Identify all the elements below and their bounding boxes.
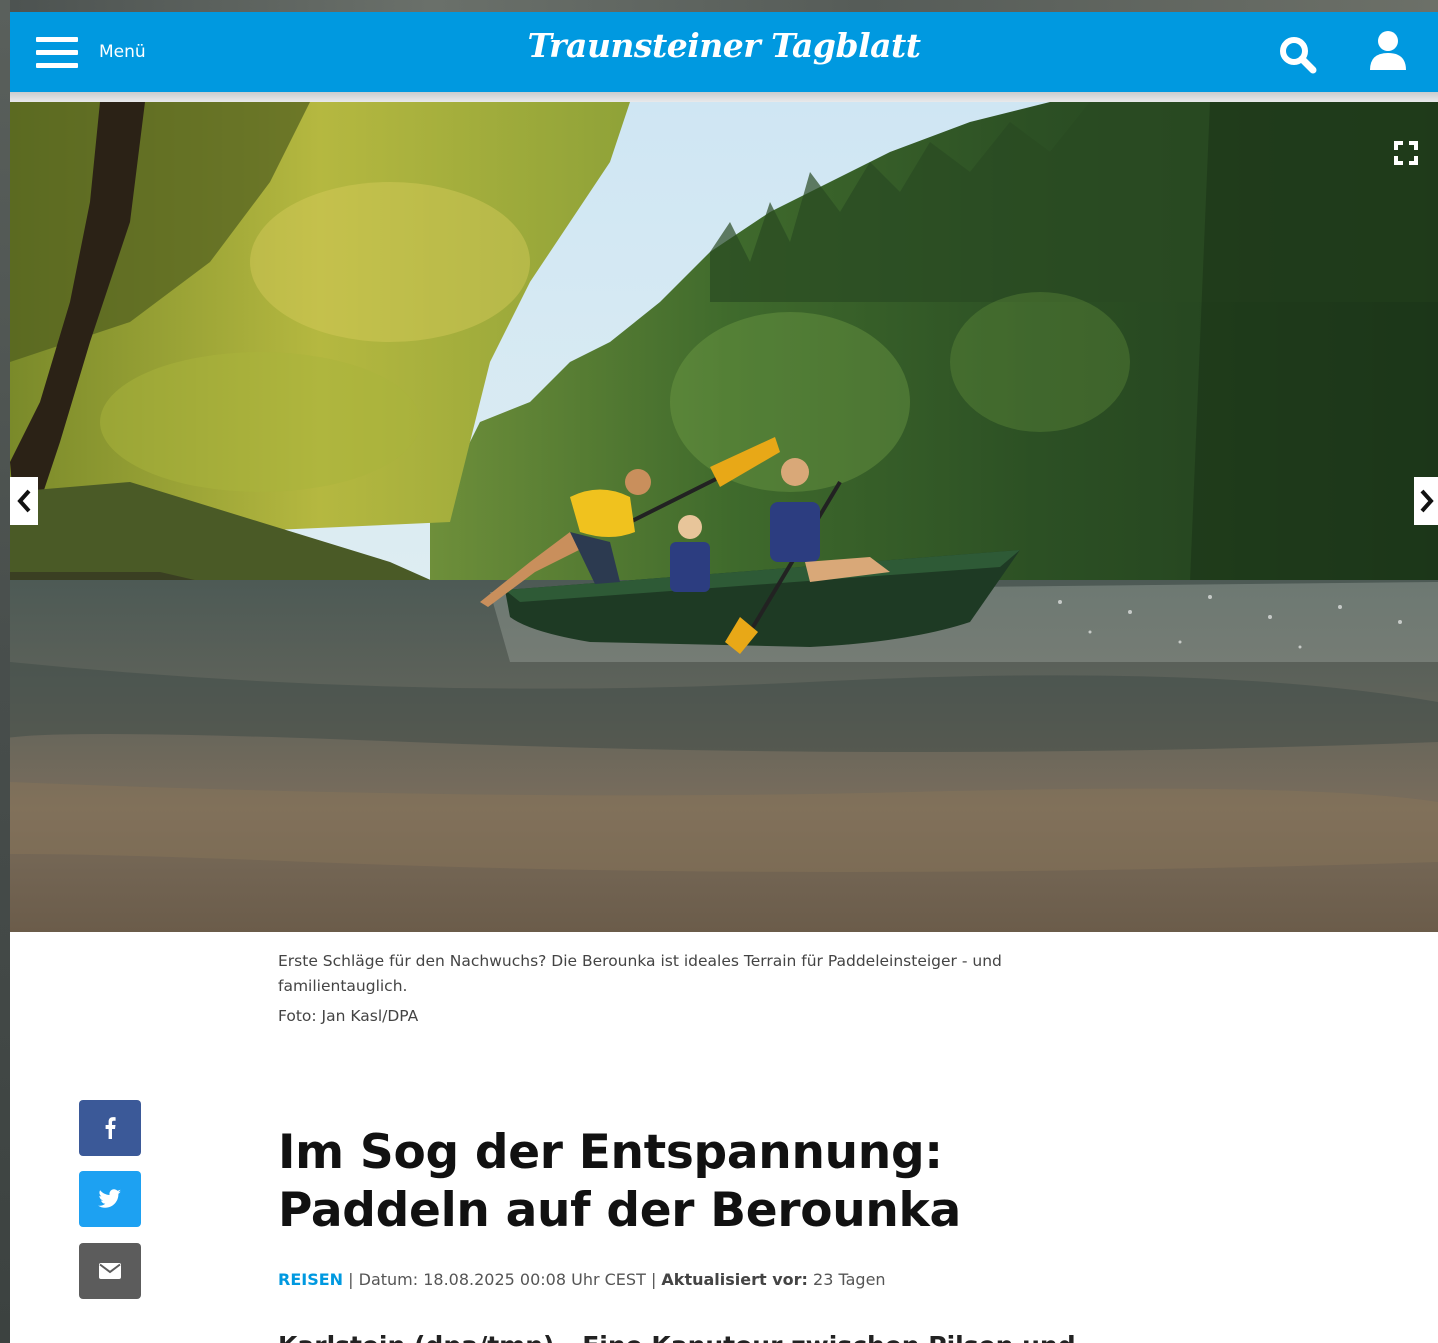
category-link[interactable]: REISEN	[278, 1270, 343, 1289]
user-icon[interactable]	[1368, 30, 1408, 72]
page: Menü Traunsteiner Tagblatt Erste Schläge…	[10, 12, 1438, 1343]
header-divider	[10, 92, 1438, 102]
slideshow-next-button[interactable]	[1414, 477, 1438, 525]
facebook-icon	[105, 1117, 116, 1139]
article-title: Im Sog der Entspannung: Paddeln auf der …	[278, 1125, 961, 1238]
updated-label: Aktualisiert vor:	[661, 1270, 808, 1289]
article-meta: REISEN | Datum: 18.08.2025 00:08 Uhr CES…	[278, 1270, 886, 1289]
image-credit: Foto: Jan Kasl/DPA	[278, 1007, 419, 1025]
chevron-right-icon	[1420, 489, 1434, 513]
slideshow-prev-button[interactable]	[10, 477, 38, 525]
article-lead: Karlstein (dpa/tmn) - Eine Kanutour zwis…	[278, 1331, 1178, 1343]
share-facebook-button[interactable]	[79, 1100, 141, 1156]
site-logo[interactable]: Traunsteiner Tagblatt	[10, 26, 1438, 65]
article-date: Datum: 18.08.2025 00:08 Uhr CEST	[358, 1270, 646, 1289]
search-icon[interactable]	[1278, 36, 1318, 74]
updated-value: 23 Tagen	[813, 1270, 886, 1289]
window-frame-left	[0, 0, 10, 1343]
window-frame-top	[0, 0, 1438, 12]
share-twitter-button[interactable]	[79, 1171, 141, 1227]
email-icon	[99, 1263, 121, 1279]
share-email-button[interactable]	[79, 1243, 141, 1299]
chevron-left-icon	[17, 489, 31, 513]
twitter-icon	[98, 1189, 121, 1208]
image-caption: Erste Schläge für den Nachwuchs? Die Ber…	[278, 952, 1002, 995]
fullscreen-icon[interactable]	[1393, 140, 1419, 166]
meta-separator: |	[348, 1270, 359, 1289]
hero-image	[10, 102, 1438, 932]
meta-separator: |	[650, 1270, 662, 1289]
site-header: Menü Traunsteiner Tagblatt	[10, 12, 1438, 92]
